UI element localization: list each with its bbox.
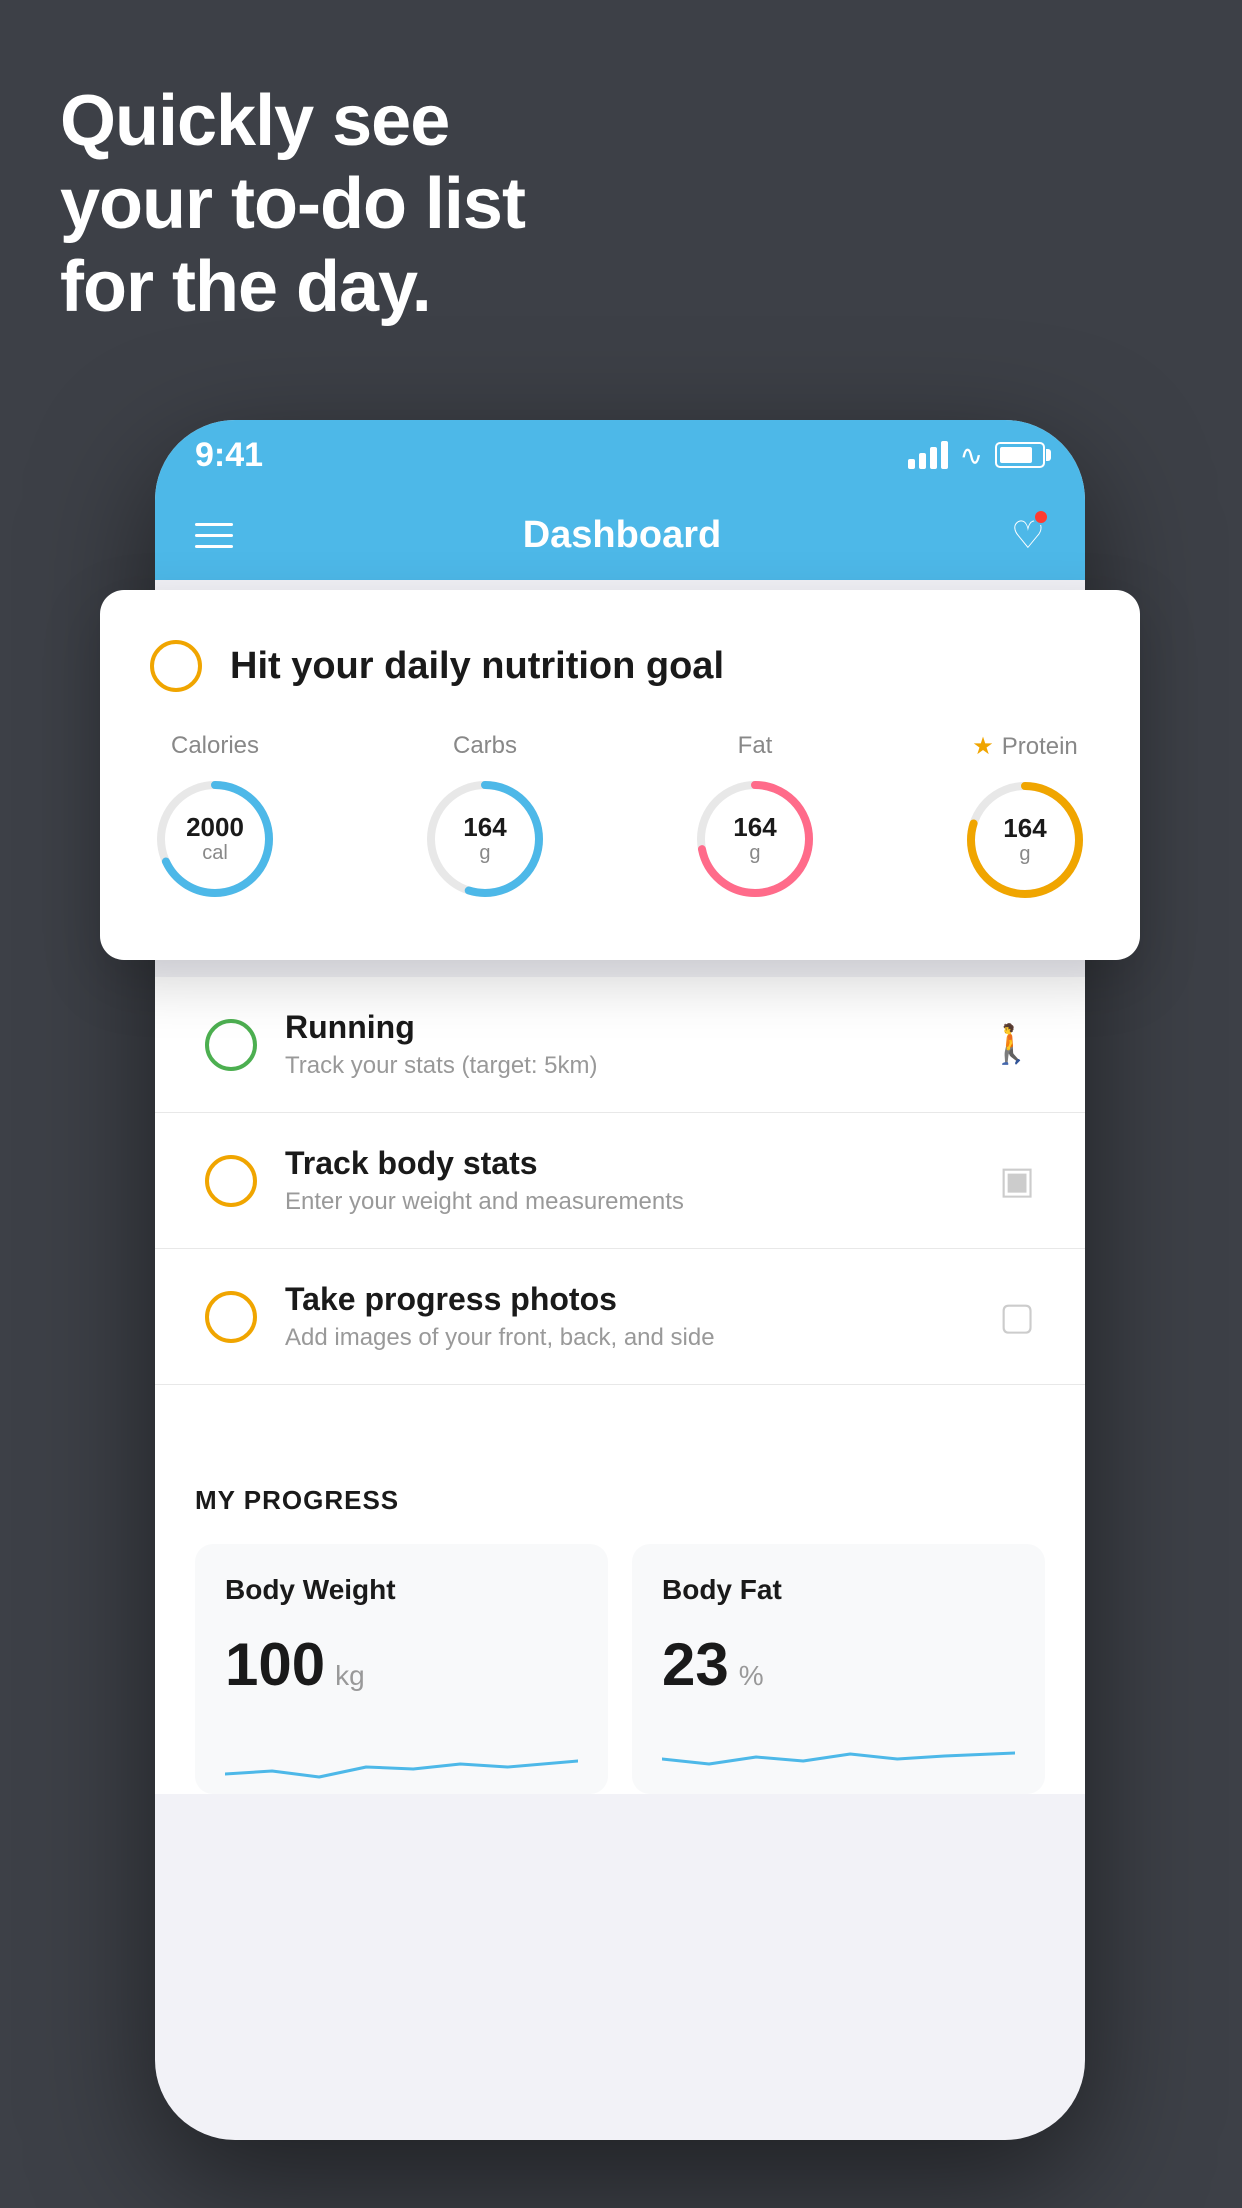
todo-checkbox-body-stats[interactable]: [205, 1155, 257, 1207]
carbs-unit: g: [479, 842, 490, 864]
progress-title: MY PROGRESS: [195, 1485, 1045, 1516]
todo-subtitle-photos: Add images of your front, back, and side: [285, 1324, 971, 1352]
body-weight-card[interactable]: Body Weight 100 kg: [195, 1544, 608, 1794]
nutrition-row: Calories 2000 cal Carbs: [150, 732, 1090, 905]
todo-info-photos: Take progress photos Add images of your …: [285, 1281, 971, 1352]
carbs-ring: 164 g: [420, 774, 550, 904]
body-weight-sparkline: [225, 1729, 578, 1789]
todo-title-body-stats: Track body stats: [285, 1145, 971, 1182]
protein-label: ★ Protein: [972, 732, 1078, 761]
todo-list: Running Track your stats (target: 5km) 🚶…: [155, 977, 1085, 1794]
card-title-row: Hit your daily nutrition goal: [150, 640, 1090, 692]
todo-checkbox-running[interactable]: [205, 1019, 257, 1071]
calories-ring: 2000 cal: [150, 774, 280, 904]
battery-icon: [995, 442, 1045, 468]
fat-item: Fat 164 g: [690, 732, 820, 904]
body-fat-card[interactable]: Body Fat 23 %: [632, 1544, 1045, 1794]
protein-label-text: Protein: [1002, 733, 1078, 761]
person-icon: ▢: [999, 1294, 1035, 1339]
fat-unit: g: [749, 842, 760, 864]
nutrition-checkbox[interactable]: [150, 640, 202, 692]
wifi-icon: ∿: [960, 439, 983, 472]
protein-unit: g: [1019, 843, 1030, 865]
protein-item: ★ Protein 164 g: [960, 732, 1090, 905]
body-weight-title: Body Weight: [225, 1574, 578, 1606]
carbs-item: Carbs 164 g: [420, 732, 550, 904]
todo-item-photos[interactable]: Take progress photos Add images of your …: [155, 1249, 1085, 1385]
calories-unit: cal: [202, 842, 228, 864]
hero-line2: your to-do list: [60, 163, 525, 246]
todo-info-body-stats: Track body stats Enter your weight and m…: [285, 1145, 971, 1216]
body-fat-value: 23: [662, 1630, 729, 1699]
todo-title-photos: Take progress photos: [285, 1281, 971, 1318]
calories-value: 2000: [186, 813, 244, 842]
body-weight-value-row: 100 kg: [225, 1630, 578, 1699]
nav-bar: Dashboard ♡: [155, 490, 1085, 580]
status-bar: 9:41 ∿: [155, 420, 1085, 490]
todo-item-body-stats[interactable]: Track body stats Enter your weight and m…: [155, 1113, 1085, 1249]
shoe-icon: 🚶: [988, 1023, 1035, 1067]
body-fat-sparkline: [662, 1729, 1015, 1789]
fat-value-group: 164 g: [733, 813, 776, 865]
body-weight-value: 100: [225, 1630, 325, 1699]
todo-checkbox-photos[interactable]: [205, 1291, 257, 1343]
todo-title-running: Running: [285, 1009, 960, 1046]
progress-cards: Body Weight 100 kg Body Fat 23: [195, 1544, 1045, 1794]
fat-label: Fat: [738, 732, 773, 760]
body-weight-unit: kg: [335, 1660, 365, 1692]
body-fat-title: Body Fat: [662, 1574, 1015, 1606]
nutrition-card: Hit your daily nutrition goal Calories 2…: [100, 590, 1140, 960]
fat-value: 164: [733, 813, 776, 842]
scale-icon: ▣: [999, 1158, 1035, 1203]
nutrition-card-title: Hit your daily nutrition goal: [230, 645, 724, 688]
hero-line1: Quickly see: [60, 80, 525, 163]
protein-value-group: 164 g: [1003, 814, 1046, 866]
progress-section: MY PROGRESS Body Weight 100 kg Body Fat: [155, 1445, 1085, 1794]
body-fat-unit: %: [739, 1660, 764, 1692]
calories-value-group: 2000 cal: [186, 813, 244, 865]
signal-icon: [908, 441, 948, 469]
todo-info-running: Running Track your stats (target: 5km): [285, 1009, 960, 1080]
status-icons: ∿: [908, 439, 1045, 472]
hamburger-menu[interactable]: [195, 523, 233, 548]
status-time: 9:41: [195, 436, 263, 475]
body-fat-value-row: 23 %: [662, 1630, 1015, 1699]
protein-ring: 164 g: [960, 775, 1090, 905]
notification-dot: [1033, 509, 1049, 525]
carbs-value-group: 164 g: [463, 813, 506, 865]
star-icon: ★: [972, 732, 994, 761]
calories-label: Calories: [171, 732, 259, 760]
todo-subtitle-running: Track your stats (target: 5km): [285, 1052, 960, 1080]
hero-text: Quickly see your to-do list for the day.: [60, 80, 525, 328]
todo-subtitle-body-stats: Enter your weight and measurements: [285, 1188, 971, 1216]
todo-item-running[interactable]: Running Track your stats (target: 5km) 🚶: [155, 977, 1085, 1113]
carbs-label: Carbs: [453, 732, 517, 760]
carbs-value: 164: [463, 813, 506, 842]
notification-bell[interactable]: ♡: [1011, 513, 1045, 558]
hero-line3: for the day.: [60, 246, 525, 329]
protein-value: 164: [1003, 814, 1046, 843]
nav-title: Dashboard: [523, 514, 721, 557]
fat-ring: 164 g: [690, 774, 820, 904]
calories-item: Calories 2000 cal: [150, 732, 280, 904]
